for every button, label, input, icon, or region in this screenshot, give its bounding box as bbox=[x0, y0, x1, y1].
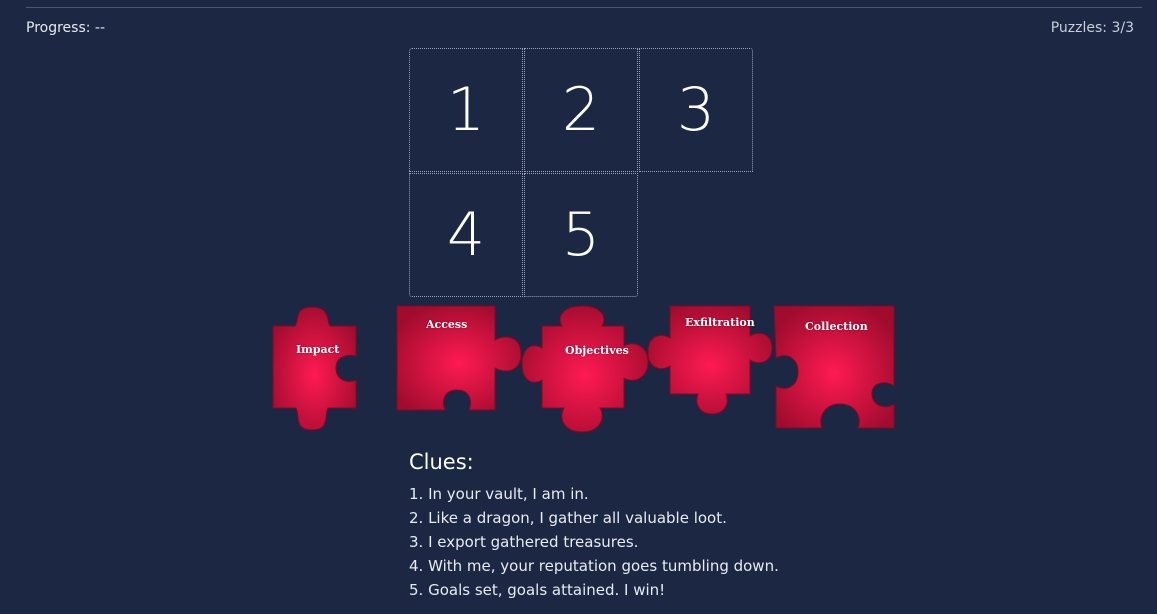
puzzle-piece-impact[interactable]: Impact bbox=[270, 304, 366, 434]
puzzle-piece-exfiltration[interactable]: Exfiltration bbox=[646, 304, 776, 418]
puzzles-count: Puzzles: 3/3 bbox=[1050, 20, 1134, 36]
puzzle-piece-collection[interactable]: Collection bbox=[772, 304, 900, 432]
clues-panel: Clues: 1. In your vault, I am in. 2. Lik… bbox=[409, 450, 779, 602]
drop-slot-2[interactable]: 2 bbox=[524, 48, 638, 172]
drop-slot-1[interactable]: 1 bbox=[409, 48, 523, 172]
puzzle-piece-objectives[interactable]: Objectives bbox=[520, 304, 650, 434]
top-divider bbox=[26, 7, 1142, 8]
clue-item: 2. Like a dragon, I gather all valuable … bbox=[409, 509, 727, 527]
clue-item: 4. With me, your reputation goes tumblin… bbox=[409, 557, 779, 575]
piece-label: Objectives bbox=[565, 344, 629, 357]
clue-item: 5. Goals set, goals attained. I win! bbox=[409, 581, 666, 599]
piece-label: Exfiltration bbox=[685, 316, 755, 329]
progress-status: Progress: -- bbox=[26, 20, 106, 36]
clues-title: Clues: bbox=[409, 450, 474, 474]
clue-item: 3. I export gathered treasures. bbox=[409, 533, 639, 551]
piece-label: Access bbox=[426, 318, 468, 331]
drop-slot-3[interactable]: 3 bbox=[639, 48, 753, 172]
drop-slot-4[interactable]: 4 bbox=[409, 173, 523, 297]
piece-label: Collection bbox=[805, 320, 868, 333]
piece-label: Impact bbox=[296, 343, 340, 356]
drop-slot-5[interactable]: 5 bbox=[524, 173, 638, 297]
puzzle-piece-access[interactable]: Access bbox=[395, 304, 525, 416]
clue-item: 1. In your vault, I am in. bbox=[409, 485, 589, 503]
